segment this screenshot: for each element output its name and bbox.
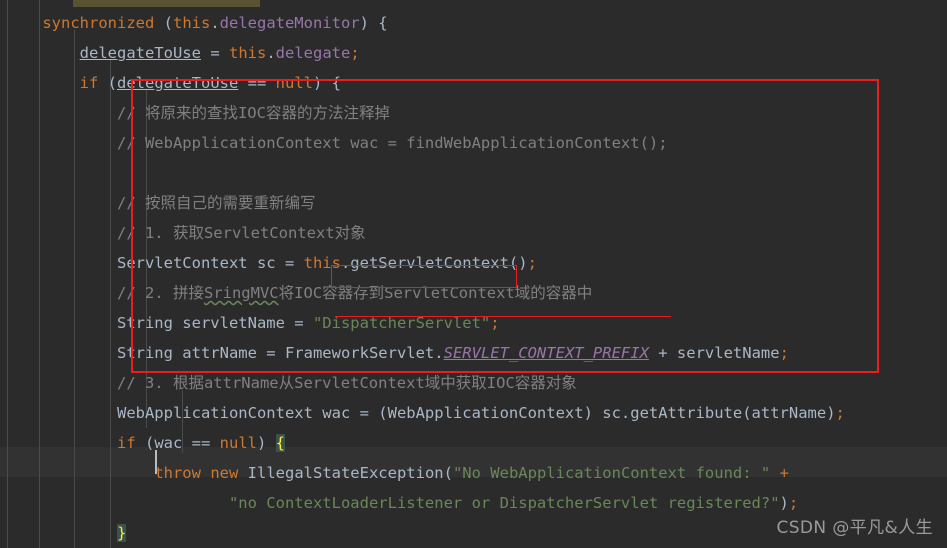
code-token: "DispatcherServlet" (312, 314, 491, 332)
code-token: this (172, 14, 211, 32)
code-token: . (266, 44, 276, 62)
code-token: ; (350, 44, 360, 62)
code-token: { (275, 434, 285, 452)
code-token: ) { (312, 74, 341, 92)
code-token: String attrName = FrameworkServlet. (116, 344, 444, 362)
code-token: ) (779, 494, 789, 512)
code-line: ServletContext sc = this.getServletConte… (5, 248, 537, 278)
code-token: == (238, 74, 276, 92)
code-token: // 1. 获取ServletContext对象 (116, 224, 366, 242)
code-line: String servletName = "DispatcherServlet"… (5, 308, 500, 338)
code-line: if (wac == null) { (5, 428, 285, 458)
code-token: delegateMonitor (219, 14, 360, 32)
code-line: // 按照自己的需要重新编写 (5, 188, 316, 218)
code-token: } (116, 524, 127, 542)
code-token: null (275, 74, 313, 92)
code-token: ; (788, 494, 799, 512)
code-token: throw (154, 464, 201, 482)
code-token: synchronized (42, 14, 155, 32)
code-line: delegateToUse = this.delegate; (5, 38, 360, 68)
code-line: if (delegateToUse == null) { (5, 68, 341, 98)
code-token: ; (527, 254, 537, 272)
code-token: ; (779, 344, 789, 362)
code-token: ) { (359, 14, 388, 32)
code-line: String attrName = FrameworkServlet.SERVL… (5, 338, 789, 368)
code-token: IllegalStateException( (238, 464, 453, 482)
code-token: ) (256, 434, 276, 452)
code-token: new (210, 464, 239, 482)
code-line: // 将原来的查找IOC容器的方法注释掉 (5, 98, 390, 128)
code-token: 将IOC容器存到ServletContext域的容器中 (278, 284, 593, 302)
code-token: // 按照自己的需要重新编写 (116, 194, 316, 212)
code-line: WebApplicationContext wac = (WebApplicat… (5, 398, 845, 428)
code-token: ( (98, 74, 117, 92)
code-token: .getServletContext() (340, 254, 528, 272)
code-token: SERVLET_CONTEXT_PREFIX (443, 344, 649, 362)
code-token: SringMVC (203, 284, 279, 302)
code-token: null (219, 434, 257, 452)
code-line: throw new IllegalStateException("No WebA… (5, 458, 789, 488)
code-line: "no ContextLoaderListener or DispatcherS… (5, 488, 798, 518)
code-token: + (779, 464, 789, 482)
code-token: "no ContextLoaderListener or DispatcherS… (228, 494, 780, 512)
code-token: ; (835, 404, 845, 422)
code-token: delegateToUse (79, 44, 201, 62)
code-token: ServletContext sc = (116, 254, 304, 272)
code-token: // 将原来的查找IOC容器的方法注释掉 (116, 104, 390, 122)
code-token: delegateToUse (117, 74, 239, 92)
code-editor-window[interactable]: synchronized (this.delegateMonitor) { de… (0, 0, 947, 548)
code-line: // 2. 拼接SringMVC将IOC容器存到ServletContext域的… (5, 278, 592, 308)
watermark-text: CSDN @平凡&人生 (776, 518, 933, 538)
code-token: delegate (275, 44, 351, 62)
code-line: } (5, 518, 127, 548)
code-line: // WebApplicationContext wac = findWebAp… (5, 128, 668, 158)
code-line: synchronized (this.delegateMonitor) { (5, 8, 388, 38)
text-caret (155, 450, 157, 474)
code-token: ; (490, 314, 500, 332)
code-token: = (200, 44, 229, 62)
code-line: // 3. 根据attrName从ServletContext域中获取IOC容器… (5, 368, 577, 398)
code-token: (wac == (135, 434, 220, 452)
code-token: // 3. 根据attrName从ServletContext域中获取IOC容器… (116, 374, 577, 392)
code-token: // WebApplicationContext wac = findWebAp… (116, 134, 668, 152)
code-line: // 1. 获取ServletContext对象 (5, 218, 366, 248)
code-token: if (116, 434, 136, 452)
code-token: WebApplicationContext wac = (WebApplicat… (116, 404, 836, 422)
code-token: // 2. 拼接 (116, 284, 204, 302)
code-token: this (303, 254, 341, 272)
code-token: . (210, 14, 220, 32)
code-token: ( (154, 14, 173, 32)
code-token: this (228, 44, 267, 62)
code-token: "No WebApplicationContext found: " (452, 464, 771, 482)
code-token: String servletName = (116, 314, 313, 332)
code-content[interactable]: synchronized (this.delegateMonitor) { de… (0, 0, 947, 548)
code-token: if (79, 74, 99, 92)
code-token: + servletName (648, 344, 780, 362)
